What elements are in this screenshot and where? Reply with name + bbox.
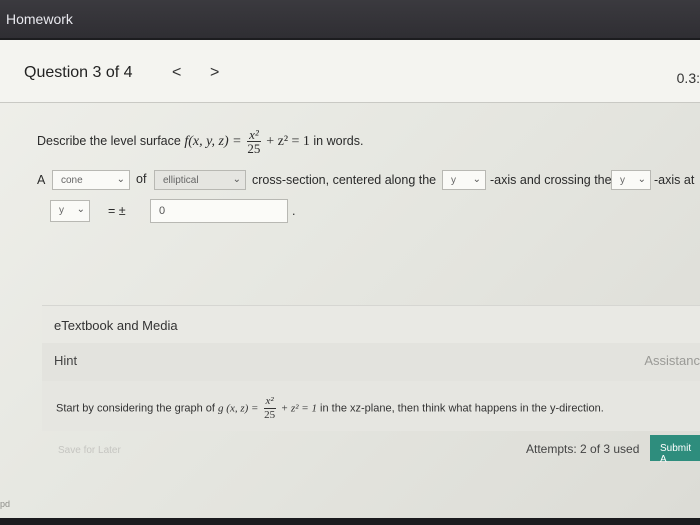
question-prompt: Describe the level surface f(x, y, z) = … [37,128,363,155]
prompt-suffix: in words. [313,133,364,148]
app-header: Homework [0,0,700,38]
hint-function: g (x, z) = [218,402,259,415]
fraction-denominator: 25 [247,141,261,156]
fraction: x² 25 [247,128,261,155]
submit-button[interactable]: Submit A [650,435,700,465]
hint-prefix: Start by considering the graph of [56,402,215,415]
axis-crossing-label: -axis and crossing the [490,173,612,187]
section-select[interactable]: elliptical ⌄ [154,170,246,190]
hint-text: Start by considering the graph of g (x, … [56,395,604,422]
chevron-down-icon: ⌄ [637,174,646,185]
value-input-text: 0 [159,205,166,217]
bottom-strip [0,518,700,525]
question-title: Question 3 of 4 [24,64,133,81]
bottom-label: pd [0,499,11,509]
etextbook-label: eTextbook and Media [54,318,178,333]
equation-rest: + z² = 1 [266,133,310,149]
app-title: Homework [6,11,73,27]
cross-axis-select[interactable]: y ⌄ [611,170,651,190]
hint-section[interactable]: Hint Assistanc [42,343,700,381]
prompt-prefix: Describe the level surface [37,133,181,148]
chevron-down-icon: ⌄ [116,174,125,185]
chevron-right-icon[interactable]: > [210,64,219,82]
hint-label: Hint [54,353,78,368]
hint-fraction-denominator: 25 [264,409,276,421]
attempts-counter: Attempts: 2 of 3 used [526,442,640,456]
article-label: A [37,173,46,187]
chevron-left-icon[interactable]: < [172,64,181,82]
surface-select[interactable]: cone ⌄ [52,170,130,190]
hint-suffix: in the xz-plane, then think what happens… [320,402,604,415]
question-page: Question 3 of 4 < > 0.3: Describe the le… [0,40,700,518]
of-label: of [136,172,147,186]
question-footer: Save for Later Attempts: 2 of 3 used Sub… [42,435,700,467]
chevron-down-icon: ⌄ [76,204,85,215]
variable-select-value: y [59,205,64,216]
section-select-value: elliptical [163,175,199,186]
period: . [292,204,296,218]
axis-select-value: y [451,175,456,186]
question-header: Question 3 of 4 < > 0.3: [0,40,700,103]
hint-fraction: x² 25 [263,395,276,422]
question-score: 0.3: [676,70,700,86]
value-input[interactable]: 0 [150,199,288,223]
fraction-numerator: x² [247,127,261,142]
function-expression: f(x, y, z) = [184,133,242,149]
equals-plus-minus: = ± [108,204,126,218]
hint-fraction-numerator: x² [263,395,276,409]
assistance-label: Assistanc [644,353,700,368]
etextbook-section[interactable]: eTextbook and Media [42,305,700,344]
chevron-down-icon: ⌄ [472,174,481,185]
hint-equation-rest: + z² = 1 [280,402,317,415]
cross-section-label: cross-section, centered along the [252,173,437,187]
axis-select[interactable]: y ⌄ [442,170,486,190]
save-for-later-button[interactable]: Save for Later [58,445,121,456]
axis-at-label: -axis at [654,173,695,187]
hint-body: Start by considering the graph of g (x, … [42,381,700,431]
variable-select[interactable]: y ⌄ [50,200,90,222]
chevron-down-icon: ⌄ [232,174,241,185]
surface-select-value: cone [61,175,83,186]
cross-axis-select-value: y [620,175,625,186]
